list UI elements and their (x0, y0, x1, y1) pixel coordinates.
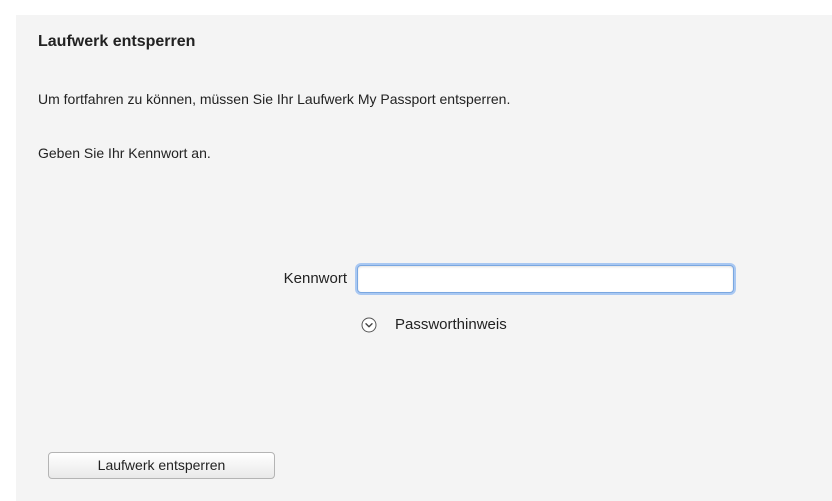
password-instruction: Geben Sie Ihr Kennwort an. (38, 145, 211, 161)
dialog-title: Laufwerk entsperren (38, 33, 196, 50)
password-hint-label: Passworthinweis (395, 316, 507, 333)
unlock-message: Um fortfahren zu können, müssen Sie Ihr … (38, 91, 511, 107)
unlock-drive-button[interactable]: Laufwerk entsperren (48, 452, 275, 479)
chevron-down-circle-icon (361, 317, 377, 333)
password-label: Kennwort (283, 270, 347, 287)
password-hint-toggle[interactable]: Passworthinweis (361, 316, 507, 333)
password-input[interactable] (357, 265, 734, 293)
dialog-panel (16, 15, 832, 501)
